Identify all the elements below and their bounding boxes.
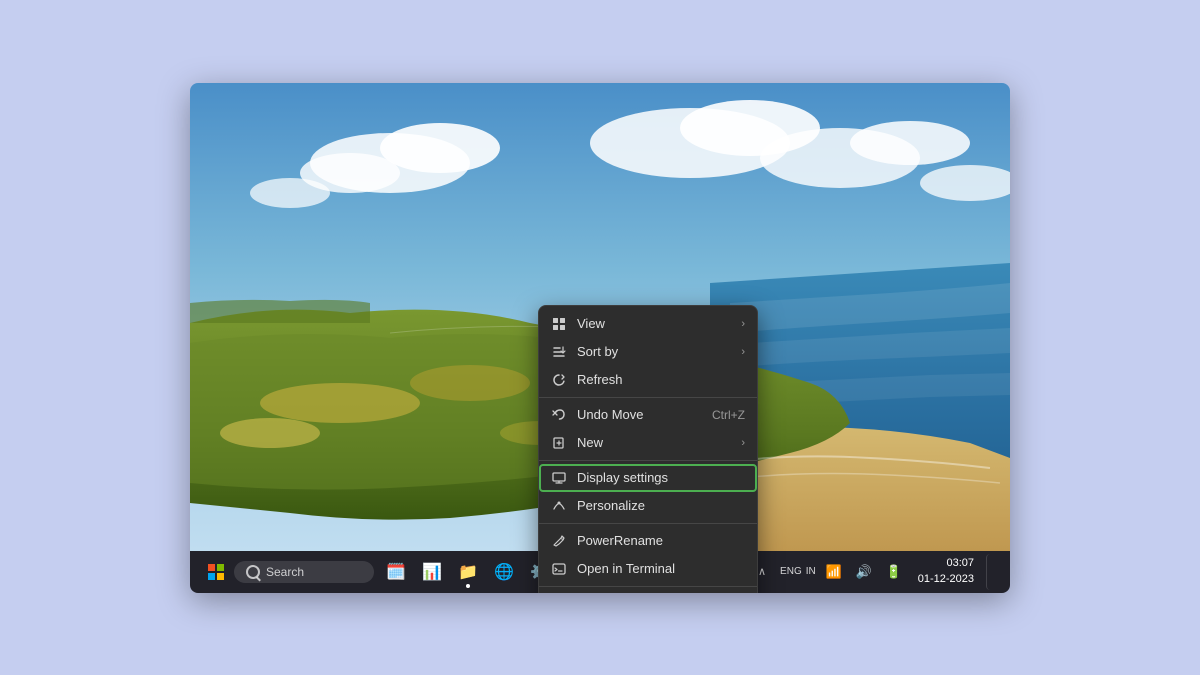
- widgets-button[interactable]: 🗓️: [378, 554, 414, 590]
- search-icon: [246, 565, 260, 579]
- start-button[interactable]: [198, 554, 234, 590]
- menu-separator-2: [539, 460, 757, 461]
- clock-area[interactable]: 03:07 01-12-2023: [912, 554, 980, 590]
- personalize-label: Personalize: [577, 498, 745, 513]
- view-label: View: [577, 316, 731, 331]
- menu-item-sort-by[interactable]: Sort by ›: [539, 338, 757, 366]
- show-desktop-button[interactable]: [986, 554, 1002, 590]
- menu-item-power-rename[interactable]: PowerRename: [539, 527, 757, 555]
- search-label: Search: [266, 565, 304, 579]
- menu-separator-4: [539, 586, 757, 587]
- display-settings-label: Display settings: [577, 470, 745, 485]
- time-display: 03:07: [918, 556, 974, 571]
- file-explorer-button[interactable]: 📁: [450, 554, 486, 590]
- language-label: ENG: [780, 566, 802, 578]
- terminal-label: Open in Terminal: [577, 561, 745, 576]
- menu-item-refresh[interactable]: Refresh: [539, 366, 757, 394]
- view-chevron: ›: [741, 318, 745, 330]
- battery-icon: 🔋: [886, 564, 902, 580]
- menu-item-undo-move[interactable]: Undo Move Ctrl+Z: [539, 401, 757, 429]
- system-icons: ENG IN: [780, 566, 816, 578]
- region-label: IN: [806, 566, 816, 578]
- sort-icon: [551, 344, 567, 360]
- widgets-icon: 🗓️: [386, 562, 406, 582]
- menu-item-new[interactable]: New ›: [539, 429, 757, 457]
- new-icon: [551, 435, 567, 451]
- search-bar[interactable]: Search: [234, 561, 374, 583]
- app-active-indicator: [466, 584, 470, 588]
- date-display: 01-12-2023: [918, 572, 974, 587]
- wifi-icon: 📶: [826, 564, 842, 580]
- powerrename-icon: [551, 533, 567, 549]
- chrome-button[interactable]: 🌐: [486, 554, 522, 590]
- overflow-icon: ∧: [758, 565, 766, 578]
- desktop-window: View › Sort by › Refresh: [190, 83, 1010, 593]
- context-menu: View › Sort by › Refresh: [538, 305, 758, 593]
- chrome-icon: 🌐: [494, 562, 514, 582]
- volume-button[interactable]: 🔊: [852, 554, 876, 590]
- power-rename-label: PowerRename: [577, 533, 745, 548]
- chart-button[interactable]: 📊: [414, 554, 450, 590]
- menu-separator-3: [539, 523, 757, 524]
- menu-separator-1: [539, 397, 757, 398]
- refresh-label: Refresh: [577, 372, 745, 387]
- wifi-button[interactable]: 📶: [822, 554, 846, 590]
- refresh-icon: [551, 372, 567, 388]
- new-label: New: [577, 435, 731, 450]
- view-icon: [551, 316, 567, 332]
- menu-item-show-more[interactable]: Show more options: [539, 590, 757, 593]
- undo-move-label: Undo Move: [577, 407, 702, 422]
- menu-item-display-settings[interactable]: Display settings: [539, 464, 757, 492]
- new-chevron: ›: [741, 437, 745, 449]
- volume-icon: 🔊: [856, 564, 872, 580]
- file-explorer-icon: 📁: [458, 562, 478, 582]
- battery-button[interactable]: 🔋: [882, 554, 906, 590]
- personalize-icon: [551, 498, 567, 514]
- sort-by-label: Sort by: [577, 344, 731, 359]
- menu-item-view[interactable]: View ›: [539, 310, 757, 338]
- windows-logo: [208, 564, 224, 580]
- chart-icon: 📊: [422, 562, 442, 582]
- sort-chevron: ›: [741, 346, 745, 358]
- menu-item-personalize[interactable]: Personalize: [539, 492, 757, 520]
- taskbar-time: 03:07 01-12-2023: [918, 556, 974, 587]
- display-icon: [551, 470, 567, 486]
- undo-shortcut: Ctrl+Z: [712, 408, 745, 422]
- system-tray: ∧ ENG IN 📶 🔊 🔋 03:07 01: [750, 554, 1002, 590]
- terminal-icon: [551, 561, 567, 577]
- undo-icon: [551, 407, 567, 423]
- menu-item-terminal[interactable]: Open in Terminal: [539, 555, 757, 583]
